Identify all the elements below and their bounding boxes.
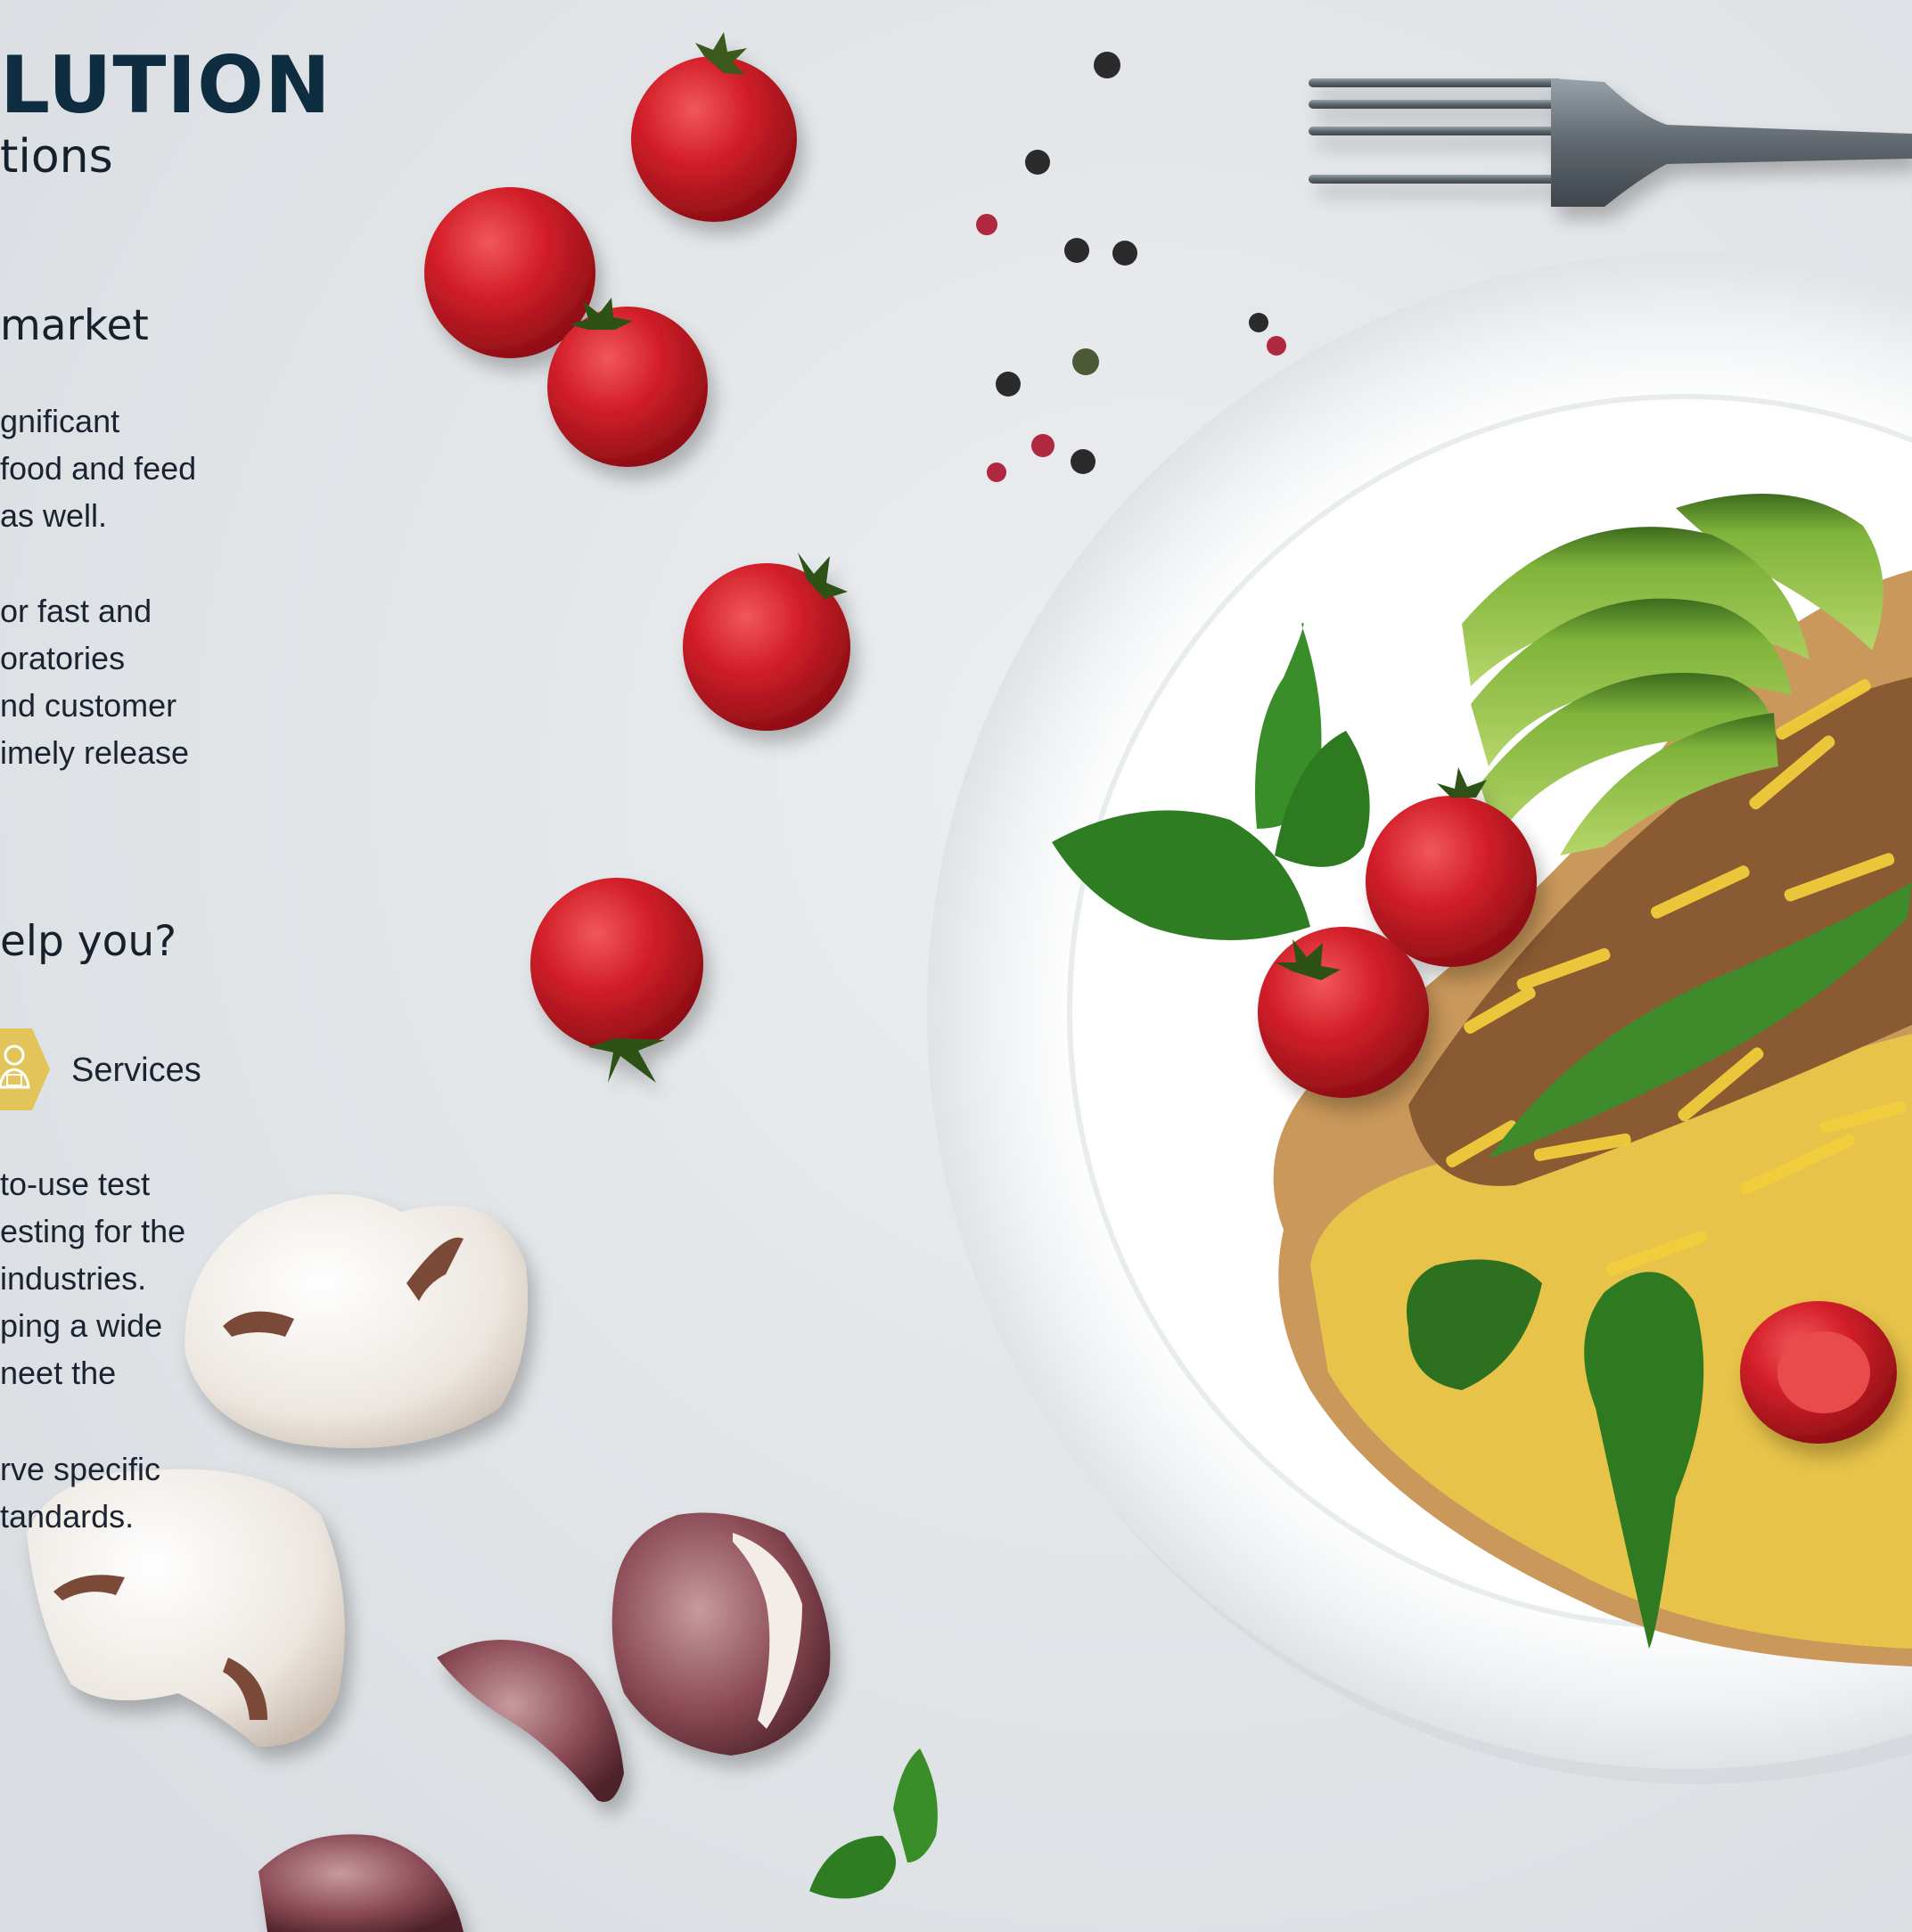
- services-person-icon: [0, 1028, 50, 1110]
- paragraph-line: food and feed: [0, 450, 197, 487]
- help-heading: elp you?: [0, 917, 177, 966]
- page-title: LUTION: [0, 39, 332, 131]
- paragraph-line: oratories: [0, 640, 126, 676]
- market-heading: market: [0, 301, 149, 350]
- paragraph-line: neet the: [0, 1355, 117, 1391]
- paragraph-line: industries.: [0, 1260, 147, 1297]
- paragraph-line: rve specific: [0, 1451, 161, 1487]
- paragraph-line: gnificant: [0, 403, 120, 439]
- market-paragraph-1: gnificant food and feed as well.: [0, 397, 196, 539]
- paragraph-line: nd customer: [0, 687, 177, 724]
- page-subtitle: tions: [0, 130, 113, 184]
- help-paragraph-2: rve specific tandards.: [0, 1445, 160, 1540]
- paragraph-line: or fast and: [0, 593, 152, 629]
- paragraph-line: imely release: [0, 734, 190, 771]
- market-paragraph-2: or fast and oratories nd customer imely …: [0, 587, 189, 776]
- paragraph-line: to-use test: [0, 1166, 151, 1202]
- services-label: Services: [71, 1052, 201, 1089]
- help-paragraph-1: to-use test esting for the industries. p…: [0, 1160, 185, 1396]
- paragraph-line: ping a wide: [0, 1307, 163, 1344]
- paragraph-line: as well.: [0, 497, 108, 534]
- food-photo: [0, 0, 1912, 1932]
- paragraph-line: tandards.: [0, 1498, 135, 1535]
- paragraph-line: esting for the: [0, 1213, 186, 1249]
